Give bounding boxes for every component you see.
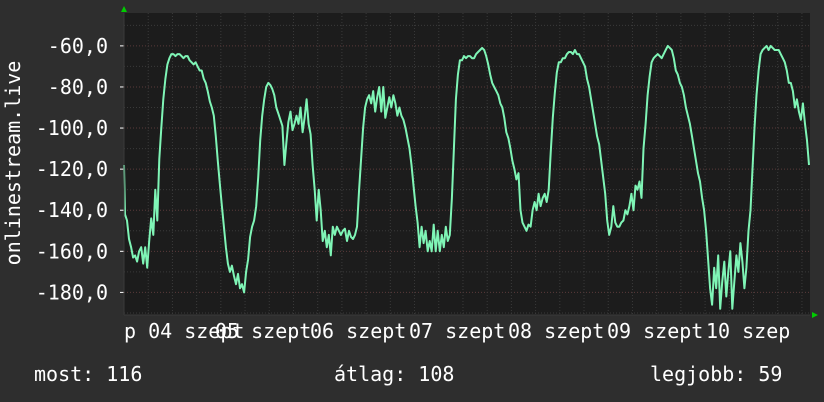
- y-axis-label: onlinestream.live: [1, 61, 25, 266]
- stat-current-label: most:: [34, 362, 95, 386]
- y-axis-arrow: [121, 6, 127, 12]
- y-ticks: -60,0 -80,0 -100,0 -120,0 -140,0 -160,0 -180,0: [36, 34, 124, 304]
- x-tick-label: 09 szept: [607, 319, 703, 343]
- stat-best: legjobb: 59: [650, 362, 782, 386]
- x-tick-label: 07 szept: [409, 319, 505, 343]
- chart: -60,0 -80,0 -100,0 -120,0 -140,0 -160,0 -180,0…: [1, 6, 818, 343]
- y-tick-label: -80,0: [48, 75, 108, 99]
- x-tick-label: 10 szep: [706, 319, 790, 343]
- stat-best-label: legjobb:: [650, 362, 747, 386]
- stat-current: most: 116: [34, 362, 142, 386]
- stat-average-label: átlag:: [334, 362, 407, 386]
- x-tick-label: 05 szept: [215, 319, 311, 343]
- stat-average: átlag: 108: [334, 362, 454, 386]
- stat-average-value: 108: [418, 362, 455, 386]
- y-tick-label: -140,0: [36, 198, 108, 222]
- x-ticks: p 04 szept05 szept06 szept 07 szept 08 sze…: [124, 319, 790, 343]
- x-tick-label: 08 szept: [508, 319, 604, 343]
- y-tick-label: -120,0: [36, 157, 108, 181]
- y-tick-label: -100,0: [36, 116, 108, 140]
- x-tick-label: 06 szept: [310, 319, 406, 343]
- y-tick-label: -180,0: [36, 280, 108, 304]
- stat-current-value: 116: [106, 362, 143, 386]
- x-axis-arrow: [812, 312, 818, 318]
- y-tick-label: -160,0: [36, 239, 108, 263]
- stat-best-value: 59: [758, 362, 783, 386]
- y-tick-label: -60,0: [48, 34, 108, 58]
